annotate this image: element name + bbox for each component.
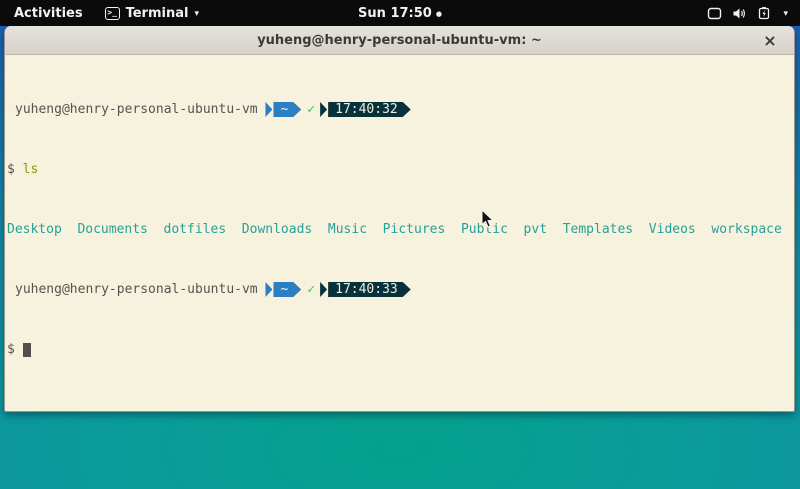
clock-button[interactable]: Sun 17:50 ● — [358, 6, 442, 21]
top-bar: Activities >_ Terminal ▾ Sun 17:50 ● — [0, 0, 800, 26]
prompt-line: yuheng@henry-personal-ubuntu-vm ~✓ 17:40:… — [7, 282, 792, 297]
screen-icon — [707, 7, 722, 20]
system-tray[interactable]: ▾ — [707, 7, 800, 20]
terminal-cursor — [23, 343, 31, 357]
app-menu-label: Terminal — [126, 6, 189, 21]
powerline-arrow-icon — [265, 282, 272, 297]
terminal-window: yuheng@henry-personal-ubuntu-vm: ~ × yuh… — [4, 26, 795, 412]
check-icon: ✓ — [301, 102, 320, 117]
command-line: $ ls — [7, 162, 792, 177]
window-title: yuheng@henry-personal-ubuntu-vm: ~ — [5, 33, 794, 48]
prompt-line: yuheng@henry-personal-ubuntu-vm ~✓ 17:40:… — [7, 102, 792, 117]
powerline-arrow-icon — [265, 102, 272, 117]
terminal-icon: >_ — [105, 7, 120, 20]
ls-output: Desktop Documents dotfiles Downloads Mus… — [7, 222, 792, 237]
input-line[interactable]: $ — [7, 342, 792, 357]
app-menu-terminal[interactable]: >_ Terminal ▾ — [101, 0, 203, 26]
close-button[interactable]: × — [758, 26, 782, 55]
window-titlebar[interactable]: yuheng@henry-personal-ubuntu-vm: ~ × — [5, 26, 794, 55]
notification-dot-icon: ● — [436, 11, 442, 18]
prompt-user-host: yuheng@henry-personal-ubuntu-vm — [15, 102, 258, 117]
prompt-user-host: yuheng@henry-personal-ubuntu-vm — [15, 282, 258, 297]
terminal-content[interactable]: yuheng@henry-personal-ubuntu-vm ~✓17:40:… — [5, 55, 794, 411]
check-icon: ✓ — [301, 282, 320, 297]
powerline-arrow-icon — [320, 102, 327, 117]
powerline-arrow-icon — [320, 282, 327, 297]
volume-icon — [732, 7, 747, 20]
chevron-down-icon: ▾ — [783, 9, 788, 19]
prompt-path-segment: ~ — [273, 282, 301, 297]
prompt-time-segment: 17:40:33 — [328, 282, 411, 297]
prompt-symbol: $ — [7, 342, 23, 357]
activities-button[interactable]: Activities — [10, 0, 87, 26]
prompt-symbol: $ — [7, 162, 23, 177]
prompt-time-segment: 17:40:32 — [328, 102, 411, 117]
chevron-down-icon: ▾ — [194, 9, 199, 19]
battery-charging-icon — [757, 7, 773, 20]
activities-label: Activities — [14, 6, 83, 21]
clock-label: Sun 17:50 — [358, 6, 432, 21]
prompt-path-segment: ~ — [273, 102, 301, 117]
command-text: ls — [23, 162, 39, 177]
